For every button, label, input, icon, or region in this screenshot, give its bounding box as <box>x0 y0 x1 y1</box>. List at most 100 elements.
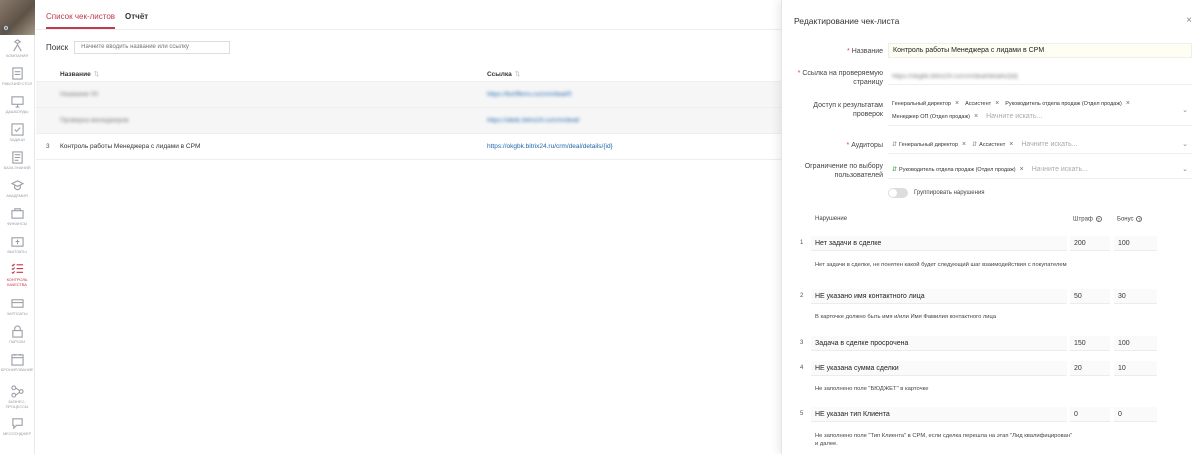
panel-title: Редактирование чек-листа <box>794 16 900 26</box>
violation-bonus-input[interactable]: 10 <box>1114 361 1157 376</box>
sidebar-item-label: АКАДЕМИЯ <box>6 193 28 198</box>
table-row[interactable]: 3 Контроль работы Менеджера с лидами в C… <box>36 134 781 160</box>
violation-description[interactable]: В карточке должно быть имя и/или Имя Фам… <box>815 313 1075 321</box>
violation-number: 4 <box>800 365 804 371</box>
violation-name-input[interactable]: Задача в сделке просрочена <box>811 336 1067 351</box>
violation-bonus-input[interactable]: 100 <box>1114 336 1157 351</box>
table-row[interactable]: Проверка менеджеров https://abdc.bitrix2… <box>36 108 781 134</box>
sidebar-item-desktop[interactable]: РАБОЧИЙ СТОЛ <box>0 63 34 91</box>
violation-description[interactable]: Нет задачи в сделке, не понятен какой бу… <box>815 261 1075 269</box>
checklist-table: Название ⇅ Ссылка ⇅ Название 00 https://bx… <box>36 66 781 160</box>
close-icon[interactable]: × <box>1186 15 1192 26</box>
help-icon[interactable]: ? <box>1136 216 1143 222</box>
search-label: Поиск <box>46 42 69 52</box>
sidebar-item-payouts[interactable]: ВЫПЛАТЫ <box>0 231 34 259</box>
left-sidebar: ⚙ КОМПАНИЯ РАБОЧИЙ СТОЛ ДАШБОРДЫ ЗАДАЧИ … <box>0 0 35 454</box>
violation-bonus-input[interactable]: 0 <box>1114 407 1157 422</box>
sidebar-item-label: РАБОЧИЙ СТОЛ <box>2 81 32 86</box>
tab-report[interactable]: Отчёт <box>125 12 148 29</box>
group-violations-label: Группировать нарушения <box>914 190 985 196</box>
sort-icon[interactable]: ⇅ <box>515 71 520 78</box>
sidebar-item-booking[interactable]: БРОНИРОВАНИЕ <box>0 349 34 377</box>
chevron-down-icon[interactable]: ⌄ <box>1182 165 1188 173</box>
group-violations-row: Группировать нарушения <box>888 188 985 198</box>
table-row[interactable]: Название 00 https://bx0fbnru.ru/crm/deal… <box>36 82 781 108</box>
violation-name-input[interactable]: НЕ указан тип Клиента <box>811 407 1067 422</box>
violation-description[interactable]: Не заполнено поле "Тип Клиента" в CPM, е… <box>815 432 1075 448</box>
table-header: Название ⇅ Ссылка ⇅ <box>36 66 781 82</box>
tab-checklists[interactable]: Список чек-листов <box>46 12 116 29</box>
restrict-tag-select[interactable]: ⇵ Руководитель отдела продаж (Отдел прода… <box>888 162 1192 179</box>
remove-tag-icon[interactable]: × <box>1020 166 1024 173</box>
violation-fine-input[interactable]: 150 <box>1070 336 1110 351</box>
violation-bonus-input[interactable]: 100 <box>1114 236 1157 251</box>
violation-name-input[interactable]: НЕ указана сумма сделки <box>811 361 1067 376</box>
name-input[interactable]: Контроль работы Менеджера с лидами в CPM <box>888 43 1192 58</box>
violation-name-input[interactable]: Нет задачи в сделке <box>811 236 1067 251</box>
access-field-row: Доступ к результатам проверок Генеральны… <box>782 96 1200 126</box>
gear-icon[interactable]: ⚙ <box>2 25 10 33</box>
violation-bonus-input[interactable]: 30 <box>1114 289 1157 304</box>
group-violations-toggle[interactable] <box>888 188 908 198</box>
main-content: Список чек-листов Отчёт Поиск Название⇅ … <box>36 0 781 454</box>
fine-column-header: Штраф ? <box>1073 216 1102 223</box>
sidebar-item-finance[interactable]: ФИНАНСЫ <box>0 203 34 231</box>
tag: ⇵ Руководитель отдела продаж (Отдел прода… <box>892 166 1024 173</box>
sidebar-item-company[interactable]: КОМПАНИЯ <box>0 35 34 63</box>
payouts-icon <box>10 237 24 247</box>
help-icon[interactable]: ? <box>1095 216 1102 222</box>
violations-header: Нарушение Штраф ? Бонус ? <box>782 216 1200 226</box>
access-tag-select[interactable]: Генеральный директор × Ассистент × Руковод… <box>888 96 1192 126</box>
avatar[interactable]: ⚙ <box>0 0 35 35</box>
column-header-link[interactable]: Ссылка ⇅ <box>487 70 520 78</box>
company-icon <box>12 39 22 52</box>
access-search-placeholder[interactable]: Начните искать... <box>986 113 1042 120</box>
auditors-tag-select[interactable]: ⇵ Генеральный директор × ⇵ Ассистент × Начни… <box>888 137 1192 154</box>
row-link[interactable]: https://abdc.bitrix24.ru/crm/deal/ <box>487 117 580 124</box>
row-link[interactable]: https://bx0fbnru.ru/crm/deal/0 <box>487 91 572 98</box>
sidebar-item-academy[interactable]: АКАДЕМИЯ <box>0 175 34 203</box>
violation-row: 3 Задача в сделке просрочена 150 100 <box>782 336 1200 351</box>
remove-tag-icon[interactable]: × <box>962 141 966 148</box>
row-link[interactable]: https://okgbk.bitrix24.ru/crm/deal/detai… <box>487 143 613 150</box>
link-input[interactable]: https://okgbk.bitrix24.ru/crm/deal/detai… <box>888 70 1192 85</box>
violation-fine-input[interactable]: 200 <box>1070 236 1110 251</box>
sidebar-item-process[interactable]: БИЗНЕС- ПРОЦЕССЫ <box>0 381 34 409</box>
violation-description[interactable]: Не заполнено поле "БЮДЖЕТ" в карточке <box>815 385 1075 393</box>
sidebar-item-label: ЗАДАЧИ <box>9 137 25 142</box>
tag: Генеральный директор × <box>892 100 960 107</box>
sidebar-item-passwords[interactable]: ПАРОЛИ <box>0 321 34 349</box>
auditors-label: * Аудиторы <box>846 142 884 149</box>
search-row: Поиск <box>36 30 781 64</box>
violation-name-input[interactable]: НЕ указано имя контактного лица <box>811 289 1067 304</box>
remove-tag-icon[interactable]: × <box>974 113 978 120</box>
sidebar-item-knowledge[interactable]: БАЗА ЗНАНИЙ <box>0 147 34 175</box>
search-input[interactable] <box>74 40 231 54</box>
violation-number: 3 <box>800 340 804 346</box>
remove-tag-icon[interactable]: × <box>1126 100 1130 107</box>
sidebar-item-label: ДАШБОРДЫ <box>5 109 29 114</box>
auditors-search-placeholder[interactable]: Начните искать... <box>1021 141 1077 148</box>
sidebar-item-dashboards[interactable]: ДАШБОРДЫ <box>0 91 34 119</box>
chevron-down-icon[interactable]: ⌄ <box>1182 106 1188 114</box>
knowledge-icon <box>11 151 23 164</box>
sidebar-item-tasks[interactable]: ЗАДАЧИ <box>0 119 34 147</box>
chevron-down-icon[interactable]: ⌄ <box>1182 140 1188 148</box>
violation-fine-input[interactable]: 50 <box>1070 289 1110 304</box>
process-icon <box>10 385 24 398</box>
violation-fine-input[interactable]: 20 <box>1070 361 1110 376</box>
violation-number: 1 <box>800 240 804 246</box>
remove-tag-icon[interactable]: × <box>955 100 959 107</box>
violation-column-header: Нарушение <box>815 216 848 222</box>
column-header-name[interactable]: Название ⇅ <box>36 70 487 78</box>
sidebar-item-label: ВЫПЛАТЫ <box>7 249 27 254</box>
restrict-search-placeholder[interactable]: Начните искать... <box>1032 166 1088 173</box>
tag: ⇵ Ассистент × <box>972 141 1014 148</box>
sort-icon[interactable]: ⇅ <box>94 71 99 78</box>
sidebar-item-messenger[interactable]: МЕССЕНДЖЕР <box>0 413 34 441</box>
sidebar-item-salary[interactable]: ЗАРПЛАТЫ <box>0 293 34 321</box>
sidebar-item-quality[interactable]: КОНТРОЛЬ КАЧЕСТВА <box>0 259 34 287</box>
remove-tag-icon[interactable]: × <box>1009 141 1013 148</box>
violation-fine-input[interactable]: 0 <box>1070 407 1110 422</box>
remove-tag-icon[interactable]: × <box>995 100 999 107</box>
